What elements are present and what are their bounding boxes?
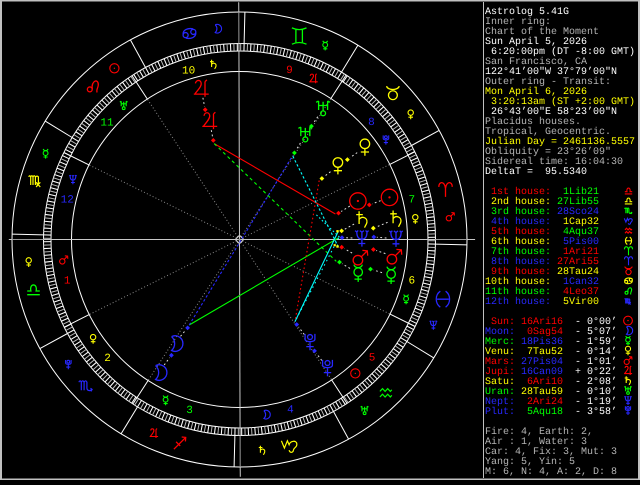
svg-text:M: 6, N: 4, A: 2, D: 8: M: 6, N: 4, A: 2, D: 8 [485, 467, 617, 478]
svg-text:5Aqu18: 5Aqu18 [521, 407, 563, 418]
svg-text:2: 2 [104, 353, 111, 365]
svg-text:12: 12 [61, 195, 74, 207]
svg-text:11: 11 [100, 118, 114, 130]
svg-text:10: 10 [182, 66, 195, 78]
svg-text:5: 5 [369, 352, 376, 364]
svg-text:8: 8 [368, 117, 375, 129]
svg-text:7: 7 [408, 194, 415, 206]
svg-text:12th house:: 12th house: [485, 296, 551, 308]
svg-text:4: 4 [287, 405, 294, 417]
svg-text:3: 3 [186, 405, 193, 417]
svg-text:9: 9 [286, 65, 293, 77]
svg-text:1: 1 [64, 276, 71, 288]
svg-text:- 3°58’: - 3°58’ [575, 406, 617, 418]
svg-text:5Vir00: 5Vir00 [557, 296, 599, 308]
svg-text:Plut:: Plut: [485, 406, 515, 418]
svg-text:6: 6 [408, 275, 415, 287]
svg-text:DeltaT = 95.5340: DeltaT = 95.5340 [485, 166, 587, 178]
